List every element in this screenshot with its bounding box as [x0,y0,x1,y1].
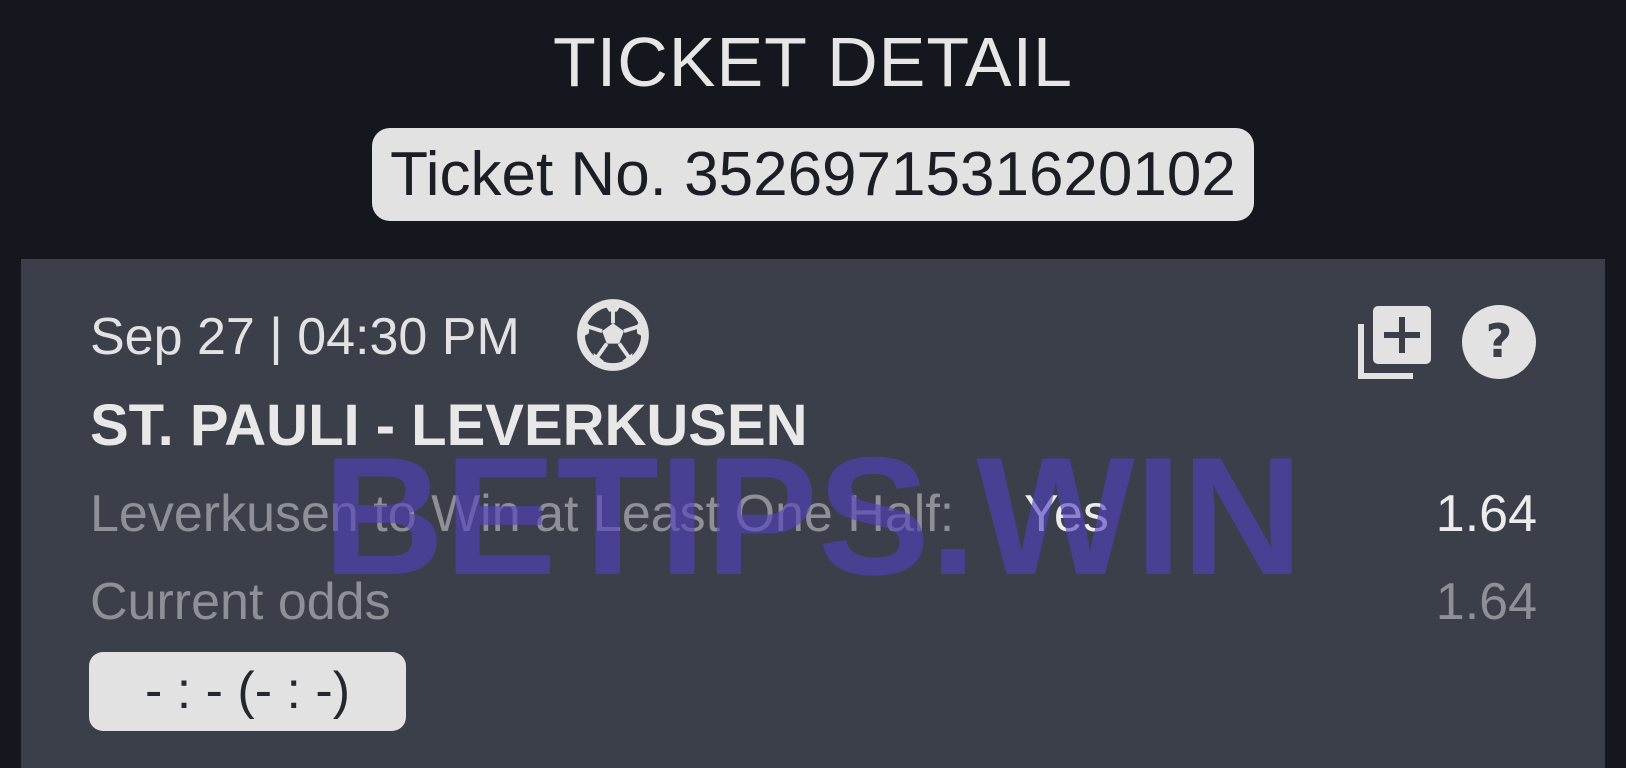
score-badge: - : - (- : -) [89,652,406,731]
current-odds-label: Current odds [90,573,391,631]
bet-card: Sep 27 | 04:30 PM ? ST. PAULI - LEVERKUS… [21,259,1605,768]
selection-odds: 1.64 [1435,485,1537,543]
ticket-number-badge: Ticket No. 3526971531620102 [372,128,1254,221]
soccer-ball-icon [577,299,649,371]
svg-text:?: ? [1486,314,1513,368]
market-label: Leverkusen to Win at Least One Half: [90,485,955,543]
selection-value: Yes [1024,485,1109,543]
match-title: ST. PAULI - LEVERKUSEN [90,393,808,458]
page-title: TICKET DETAIL [553,23,1073,101]
add-to-collection-icon[interactable] [1357,304,1433,380]
help-icon[interactable]: ? [1461,304,1537,380]
current-odds-value: 1.64 [1435,573,1537,631]
event-datetime: Sep 27 | 04:30 PM [90,308,520,366]
